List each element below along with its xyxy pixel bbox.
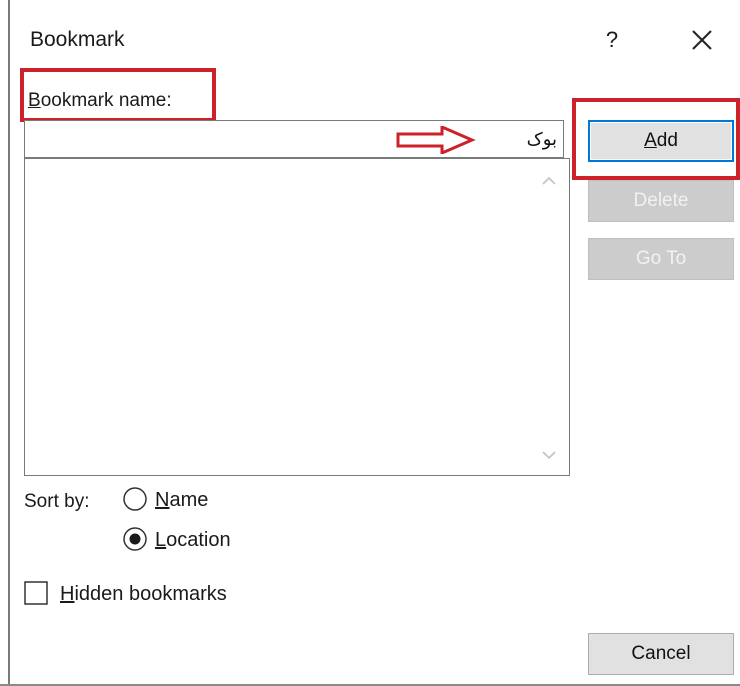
hidden-bookmarks-label[interactable]: Hidden bookmarks [60,583,227,606]
sort-by-label: Sort by: [24,491,90,512]
radio-sort-location[interactable] [122,526,148,552]
bookmark-name-input[interactable] [24,120,564,158]
location-mnemonic: L [155,529,167,551]
bookmark-name-mnemonic: B [28,90,41,111]
radio-sort-name[interactable] [122,486,148,512]
bookmark-dialog: Bookmark ? Bookmark name: Add Delete Go … [0,0,740,686]
add-mnemonic: A [644,130,657,151]
scroll-up-icon[interactable] [541,175,557,187]
scroll-down-icon[interactable] [541,449,557,461]
name-mnemonic: N [155,489,170,511]
bookmark-name-label-text: ookmark name: [40,90,172,111]
delete-button[interactable]: Delete [588,180,734,222]
dialog-title: Bookmark [30,28,125,51]
right-arrow-outline-icon [396,126,476,154]
name-label-text: ame [169,489,209,511]
hidden-label-text: idden bookmarks [74,583,227,605]
add-label: dd [656,130,678,151]
bookmark-list[interactable] [24,158,570,476]
radio-sort-location-label[interactable]: Location [155,529,231,552]
close-icon [692,30,712,50]
close-button[interactable] [680,20,724,60]
goto-button[interactable]: Go To [588,238,734,280]
location-label-text: ocation [166,529,231,551]
add-button[interactable]: Add [588,120,734,162]
bookmark-name-label: Bookmark name: [28,90,172,112]
hidden-mnemonic: H [60,583,75,605]
dialog-left-border [8,0,10,686]
hidden-bookmarks-checkbox[interactable] [24,581,48,605]
cancel-button[interactable]: Cancel [588,633,734,675]
list-scrollbar[interactable] [537,161,567,473]
radio-sort-name-label[interactable]: Name [155,489,208,512]
help-button[interactable]: ? [592,22,632,58]
